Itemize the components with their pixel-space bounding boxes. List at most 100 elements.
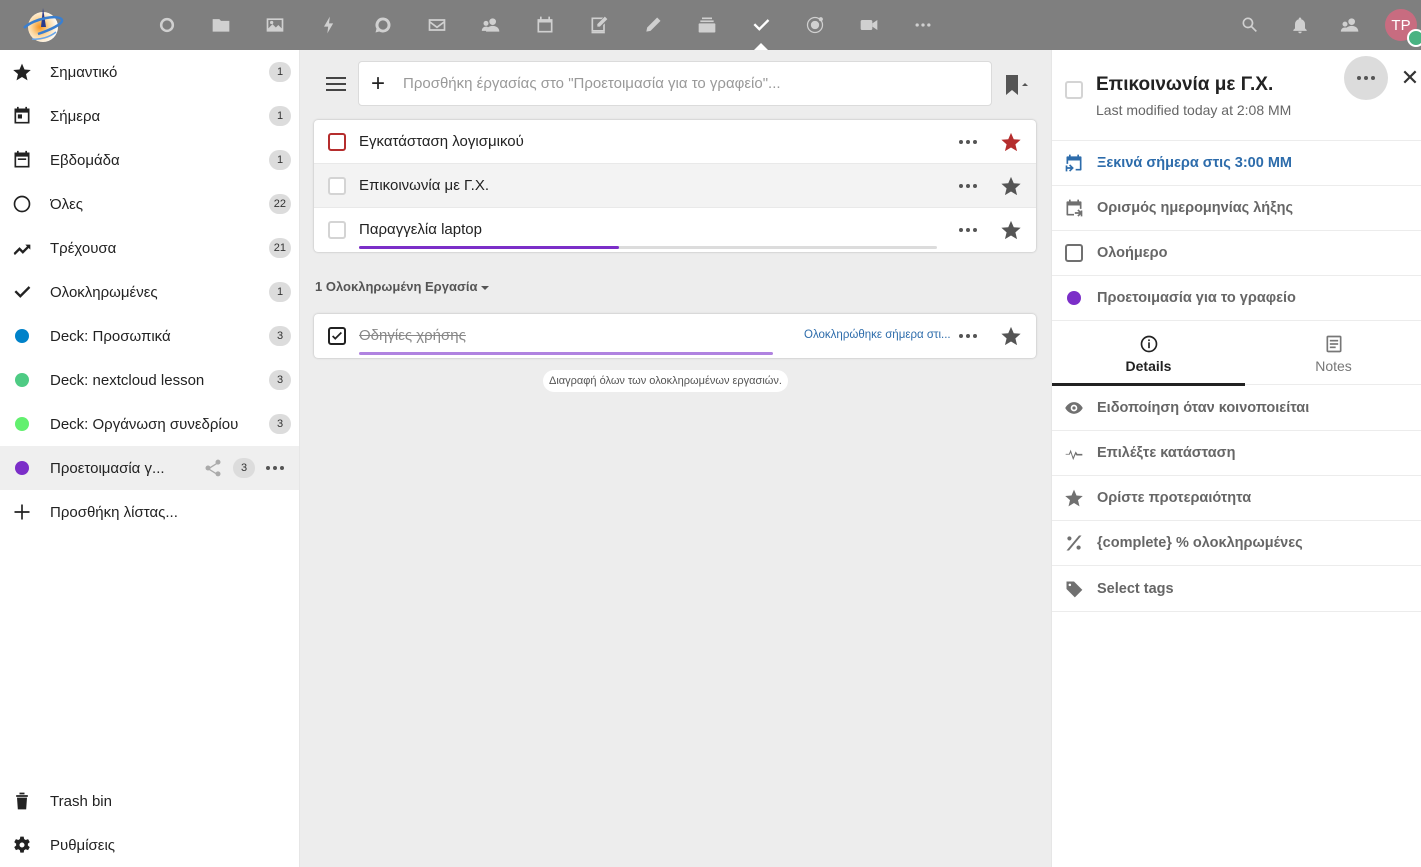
app-photos-button[interactable]	[248, 0, 302, 50]
sidebar-item[interactable]: Τρέχουσα 21	[0, 226, 299, 270]
notify-when-shared-row[interactable]: Ειδοποίηση όταν κοινοποιείται	[1052, 386, 1421, 431]
app-talk-button[interactable]	[356, 0, 410, 50]
task-row[interactable]: Παραγγελία laptop	[314, 208, 1036, 252]
task-title[interactable]: Επικοινωνία με Γ.Χ.	[1096, 74, 1273, 96]
sort-order-button[interactable]	[1002, 72, 1032, 98]
completed-tasks-toggle[interactable]: 1 Ολοκληρωμένη Εργασία	[315, 279, 490, 294]
priority-row[interactable]: Ορίστε προτεραιότητα	[1052, 476, 1421, 521]
completed-task-list: Οδηγίες χρήσης Ολοκληρώθηκε σήμερα στι...	[314, 314, 1036, 358]
app-contacts-button[interactable]	[464, 0, 518, 50]
contacts-menu-button[interactable]	[1325, 0, 1375, 50]
star-icon	[1001, 132, 1021, 152]
completed-date[interactable]: Ολοκληρώθηκε σήμερα στι...	[804, 329, 951, 341]
sidebar-item-label: Deck: nextcloud lesson	[50, 371, 205, 389]
task-title[interactable]: Επικοινωνία με Γ.Χ.	[359, 177, 489, 194]
sidebar-item[interactable]: Προετοιμασία γ... 3	[0, 446, 299, 490]
task-checkbox[interactable]	[328, 133, 346, 151]
app-circles-button[interactable]	[788, 0, 842, 50]
status-row[interactable]: Επιλέξτε κατάσταση	[1052, 431, 1421, 476]
sidebar-item[interactable]: Εβδομάδα 1	[0, 138, 299, 182]
settings-button[interactable]: Ρυθμίσεις	[0, 823, 299, 867]
percent-complete-label: {complete} % ολοκληρωμένες	[1097, 535, 1303, 551]
add-list-button[interactable]: Προσθήκη λίστας...	[0, 490, 299, 534]
last-modified: Last modified today at 2:08 ΜΜ	[1096, 102, 1292, 118]
list-actions-button[interactable]	[255, 466, 295, 470]
task-complete-checkbox[interactable]	[1065, 81, 1083, 99]
task-actions-button[interactable]	[954, 130, 982, 154]
start-date-row[interactable]: Ξεκινά σήμερα στις 3:00 ΜΜ	[1052, 141, 1421, 186]
caret-down-icon	[481, 285, 490, 290]
task-row[interactable]: Εγκατάσταση λογισμικού	[314, 120, 1036, 164]
task-title[interactable]: Οδηγίες χρήσης	[359, 327, 466, 344]
app-deck-button[interactable]	[680, 0, 734, 50]
more-actions-button[interactable]	[1344, 56, 1388, 100]
add-task-field[interactable]: +	[358, 61, 992, 106]
more-icon	[915, 23, 931, 27]
item-count-badge: 1	[269, 62, 291, 82]
sidebar-item[interactable]: Σημαντικό 1	[0, 50, 299, 94]
sidebar-item[interactable]: Deck: nextcloud lesson 3	[0, 358, 299, 402]
calendar-start-icon	[1065, 154, 1082, 172]
app-files-button[interactable]	[194, 0, 248, 50]
calendar-row[interactable]: Προετοιμασία για το γραφείο	[1052, 276, 1421, 321]
share-button[interactable]	[203, 458, 223, 478]
all-day-row[interactable]: Ολοήμερο	[1052, 231, 1421, 276]
task-actions-button[interactable]	[954, 218, 982, 242]
all-day-checkbox[interactable]	[1065, 244, 1083, 262]
tab-notes[interactable]: Notes	[1245, 321, 1421, 385]
percent-complete-row[interactable]: {complete} % ολοκληρωμένες	[1052, 521, 1421, 566]
task-checkbox[interactable]	[328, 327, 346, 345]
app-text-button[interactable]	[626, 0, 680, 50]
app-video-button[interactable]	[842, 0, 896, 50]
trending-icon	[13, 244, 31, 256]
app-logo[interactable]	[20, 4, 66, 46]
sidebar-item[interactable]: Deck: Προσωπικά 3	[0, 314, 299, 358]
task-progress-bar	[359, 246, 937, 249]
add-task-input[interactable]	[403, 75, 983, 92]
task-title[interactable]: Παραγγελία laptop	[359, 221, 482, 238]
pulse-icon	[1065, 449, 1083, 461]
priority-star-button[interactable]	[1000, 325, 1022, 347]
toggle-navigation-button[interactable]	[316, 70, 356, 98]
tags-row[interactable]: Select tags	[1052, 566, 1421, 612]
hamburger-icon	[326, 77, 346, 91]
priority-star-button[interactable]	[1000, 131, 1022, 153]
item-count-badge: 22	[268, 194, 291, 214]
sidebar-item[interactable]: Deck: Οργάνωση συνεδρίου 3	[0, 402, 299, 446]
app-activity-button[interactable]	[302, 0, 356, 50]
due-date-row[interactable]: Ορισμός ημερομηνίας λήξης	[1052, 186, 1421, 231]
app-calendar-button[interactable]	[518, 0, 572, 50]
sidebar-item[interactable]: Σήμερα 1	[0, 94, 299, 138]
eye-icon	[1065, 402, 1083, 414]
item-count-badge: 21	[268, 238, 291, 258]
user-avatar[interactable]: TP	[1385, 9, 1421, 47]
app-notes-button[interactable]	[572, 0, 626, 50]
task-row[interactable]: Επικοινωνία με Γ.Χ.	[314, 164, 1036, 208]
priority-star-button[interactable]	[1000, 219, 1022, 241]
trash-bin-button[interactable]: Trash bin	[0, 779, 299, 823]
search-button[interactable]	[1225, 0, 1275, 50]
notifications-button[interactable]	[1275, 0, 1325, 50]
task-checkbox[interactable]	[328, 177, 346, 195]
task-checkbox[interactable]	[328, 221, 346, 239]
task-title[interactable]: Εγκατάσταση λογισμικού	[359, 133, 524, 150]
star-icon	[1065, 489, 1083, 507]
close-button[interactable]: ✕	[1400, 64, 1420, 92]
app-dashboard-button[interactable]	[140, 0, 194, 50]
tags-label: Select tags	[1097, 580, 1174, 597]
tab-details[interactable]: Details	[1052, 321, 1245, 386]
calendar-week-icon	[14, 150, 30, 168]
delete-completed-button[interactable]: Διαγραφή όλων των ολοκληρωμένων εργασιών…	[543, 370, 788, 392]
task-actions-button[interactable]	[954, 324, 982, 348]
task-row[interactable]: Οδηγίες χρήσης Ολοκληρώθηκε σήμερα στι...	[314, 314, 1036, 358]
list-color-dot	[0, 314, 44, 358]
task-actions-button[interactable]	[954, 174, 982, 198]
app-more-button[interactable]	[896, 0, 950, 50]
priority-star-button[interactable]	[1000, 175, 1022, 197]
sidebar-item[interactable]: Όλες 22	[0, 182, 299, 226]
app-tasks-button[interactable]	[734, 0, 788, 50]
calendar-due-icon	[1066, 199, 1083, 217]
app-mail-button[interactable]	[410, 0, 464, 50]
plus-icon	[14, 504, 30, 520]
sidebar-item[interactable]: Ολοκληρωμένες 1	[0, 270, 299, 314]
